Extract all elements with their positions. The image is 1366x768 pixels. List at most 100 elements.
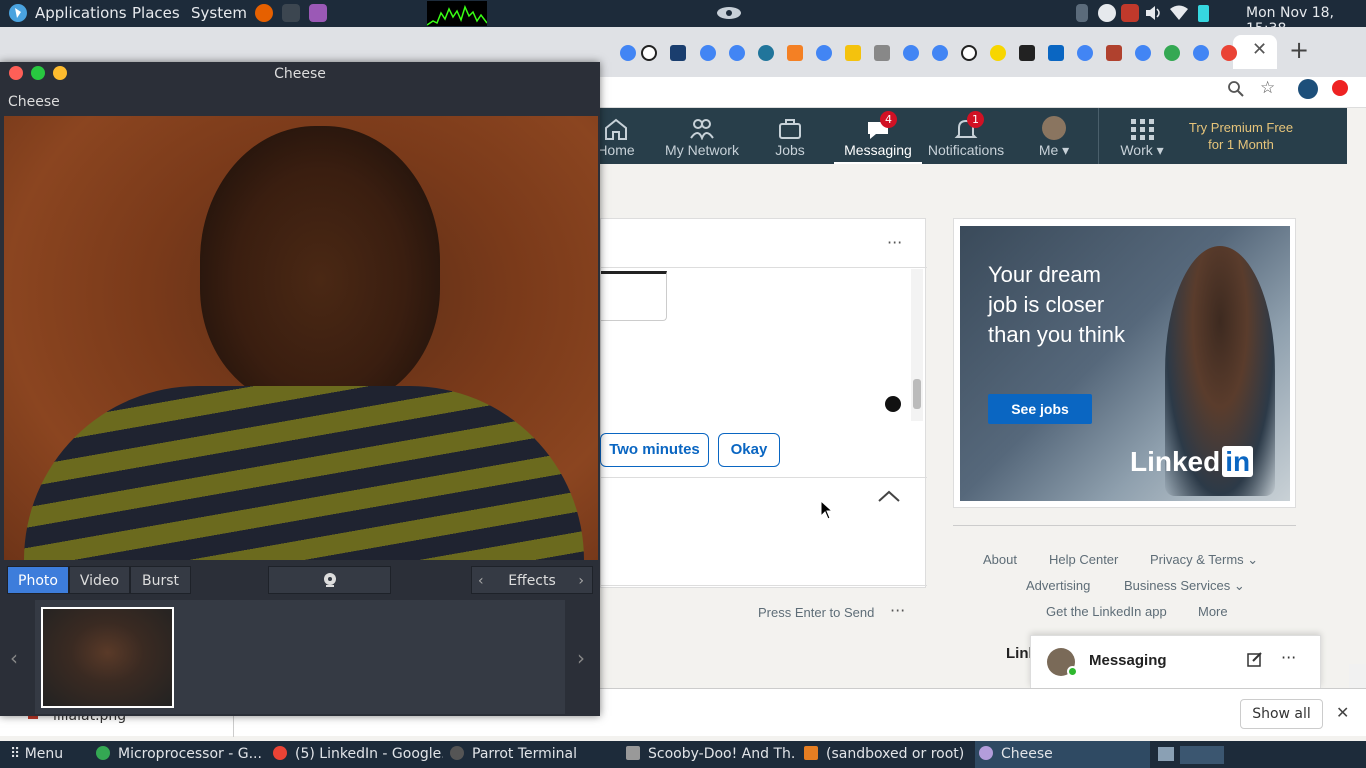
close-window-icon[interactable] <box>9 66 23 80</box>
chat-scrollbar[interactable] <box>911 269 923 421</box>
messaging-overlay[interactable]: Messaging ··· <box>1030 635 1321 688</box>
quick-reply-two-minutes[interactable]: Two minutes <box>600 433 709 467</box>
online-status-icon <box>1067 666 1078 677</box>
footer-advertising[interactable]: Advertising <box>1026 578 1090 593</box>
keyboard-layout-icon[interactable] <box>1098 4 1116 22</box>
workspace-icon[interactable] <box>1158 747 1174 761</box>
terminal-icon[interactable] <box>282 4 300 22</box>
smiley-favicon-icon[interactable] <box>641 45 657 61</box>
workspace-switcher[interactable] <box>1180 746 1224 764</box>
linkedin-favicon-icon[interactable] <box>1048 45 1064 61</box>
applications-menu[interactable]: Applications <box>35 4 127 22</box>
system-menu[interactable]: System <box>191 4 247 22</box>
page-favicon-icon[interactable] <box>874 45 890 61</box>
task-cheese[interactable]: Cheese <box>975 741 1150 768</box>
footer-get-app[interactable]: Get the LinkedIn app <box>1046 604 1167 619</box>
volume-icon[interactable] <box>1145 5 1163 25</box>
footer-privacy-terms[interactable]: Privacy & Terms ⌄ <box>1150 552 1258 568</box>
parrot-logo-icon[interactable] <box>8 3 28 27</box>
task-sandboxed[interactable]: (sandboxed or root) <box>804 746 964 762</box>
photo-thumbnail[interactable] <box>41 607 174 708</box>
effects-switcher[interactable]: ‹ Effects › <box>471 566 593 594</box>
nav-work[interactable]: Work ▾ <box>1112 108 1172 164</box>
take-photo-button[interactable] <box>268 566 391 594</box>
google-favicon-icon[interactable] <box>700 45 716 61</box>
task-parrot-terminal[interactable]: Parrot Terminal <box>450 746 600 762</box>
maximize-window-icon[interactable] <box>31 66 45 80</box>
smiley-favicon-icon[interactable] <box>961 45 977 61</box>
more-options-icon[interactable]: ··· <box>887 233 902 252</box>
google-favicon-icon[interactable] <box>620 45 636 61</box>
extension-icon[interactable] <box>1332 80 1348 96</box>
google-favicon-icon[interactable] <box>1135 45 1151 61</box>
google-favicon-icon[interactable] <box>1077 45 1093 61</box>
vlc-icon[interactable] <box>1121 4 1139 22</box>
star-favicon-icon[interactable] <box>990 45 1006 61</box>
chevron-right-icon[interactable]: › <box>577 646 585 670</box>
firefox-icon[interactable] <box>255 4 273 22</box>
footer-about[interactable]: About <box>983 552 1017 567</box>
places-menu[interactable]: Places <box>132 4 180 22</box>
burst-mode-button[interactable]: Burst <box>130 566 191 594</box>
zoom-icon[interactable] <box>1228 81 1244 101</box>
photo-mode-button[interactable]: Photo <box>7 566 69 594</box>
wordpress-favicon-icon[interactable] <box>758 45 774 61</box>
more-options-icon[interactable]: ··· <box>1281 648 1296 667</box>
task-scooby-doo[interactable]: Scooby-Doo! And Th... <box>626 746 796 762</box>
see-jobs-button[interactable]: See jobs <box>988 394 1092 424</box>
nav-messaging[interactable]: Messaging 4 <box>834 108 922 164</box>
google-favicon-icon[interactable] <box>1164 45 1180 61</box>
message-attachment[interactable] <box>601 271 667 321</box>
chevron-left-icon[interactable]: ‹ <box>478 567 484 595</box>
compose-icon[interactable] <box>1247 651 1263 671</box>
nav-my-network[interactable]: My Network <box>664 108 740 164</box>
task-microprocessor[interactable]: Microprocessor - G... <box>96 746 262 762</box>
footer-business-services[interactable]: Business Services ⌄ <box>1124 578 1245 594</box>
task-linkedin[interactable]: (5) LinkedIn - Google... <box>273 746 443 762</box>
try-premium-link[interactable]: Try Premium Free for 1 Month <box>1184 119 1298 153</box>
minimize-window-icon[interactable] <box>53 66 67 80</box>
profile-icon[interactable] <box>1298 79 1318 99</box>
mf-favicon-icon[interactable] <box>670 45 686 61</box>
google-favicon-icon[interactable] <box>816 45 832 61</box>
new-tab-icon[interactable]: + <box>1289 36 1309 64</box>
code-favicon-icon[interactable] <box>1221 45 1237 61</box>
bluetooth-icon[interactable] <box>1076 4 1088 22</box>
nav-home[interactable]: Home <box>596 108 636 164</box>
menu-button[interactable]: ⠿ Menu <box>10 746 63 762</box>
nav-notifications[interactable]: Notifications 1 <box>926 108 1006 164</box>
nav-home-label: Home <box>597 142 635 158</box>
video-mode-button[interactable]: Video <box>69 566 130 594</box>
chevron-left-icon[interactable]: ‹ <box>10 646 18 670</box>
wifi-icon[interactable] <box>1170 5 1188 25</box>
quick-reply-okay[interactable]: Okay <box>718 433 780 467</box>
messaging-badge: 4 <box>880 111 897 128</box>
show-all-button[interactable]: Show all <box>1240 699 1323 729</box>
google-favicon-icon[interactable] <box>729 45 745 61</box>
nav-jobs[interactable]: Jobs <box>770 108 810 164</box>
nav-me[interactable]: Me ▾ <box>1030 108 1078 164</box>
slides-favicon-icon[interactable] <box>845 45 861 61</box>
google-favicon-icon[interactable] <box>1193 45 1209 61</box>
chevron-right-icon[interactable]: › <box>578 567 584 595</box>
pdf-favicon-icon[interactable] <box>1019 45 1035 61</box>
stackoverflow-favicon-icon[interactable] <box>787 45 803 61</box>
text-editor-icon[interactable] <box>309 4 327 22</box>
google-favicon-icon[interactable] <box>932 45 948 61</box>
page-scrollbar[interactable] <box>1349 664 1366 688</box>
linkedin-logo-text: Linked <box>1130 446 1221 477</box>
footer-help-center[interactable]: Help Center <box>1049 552 1118 567</box>
bookmark-star-icon[interactable]: ☆ <box>1260 78 1275 98</box>
battery-icon[interactable] <box>1198 5 1209 22</box>
footer-more[interactable]: More <box>1198 604 1228 619</box>
ad-banner[interactable]: Your dream job is closer than you think … <box>960 226 1290 501</box>
eye-icon <box>716 6 742 24</box>
chevron-up-icon[interactable] <box>877 489 901 507</box>
effects-button[interactable]: Effects <box>508 573 556 589</box>
close-tab-icon[interactable]: ✕ <box>1252 39 1267 60</box>
presentation-favicon-icon[interactable] <box>1106 45 1122 61</box>
google-favicon-icon[interactable] <box>903 45 919 61</box>
send-options-icon[interactable]: ··· <box>890 601 905 620</box>
scrollbar-thumb[interactable] <box>913 379 921 409</box>
close-download-bar-icon[interactable]: ✕ <box>1336 703 1349 722</box>
